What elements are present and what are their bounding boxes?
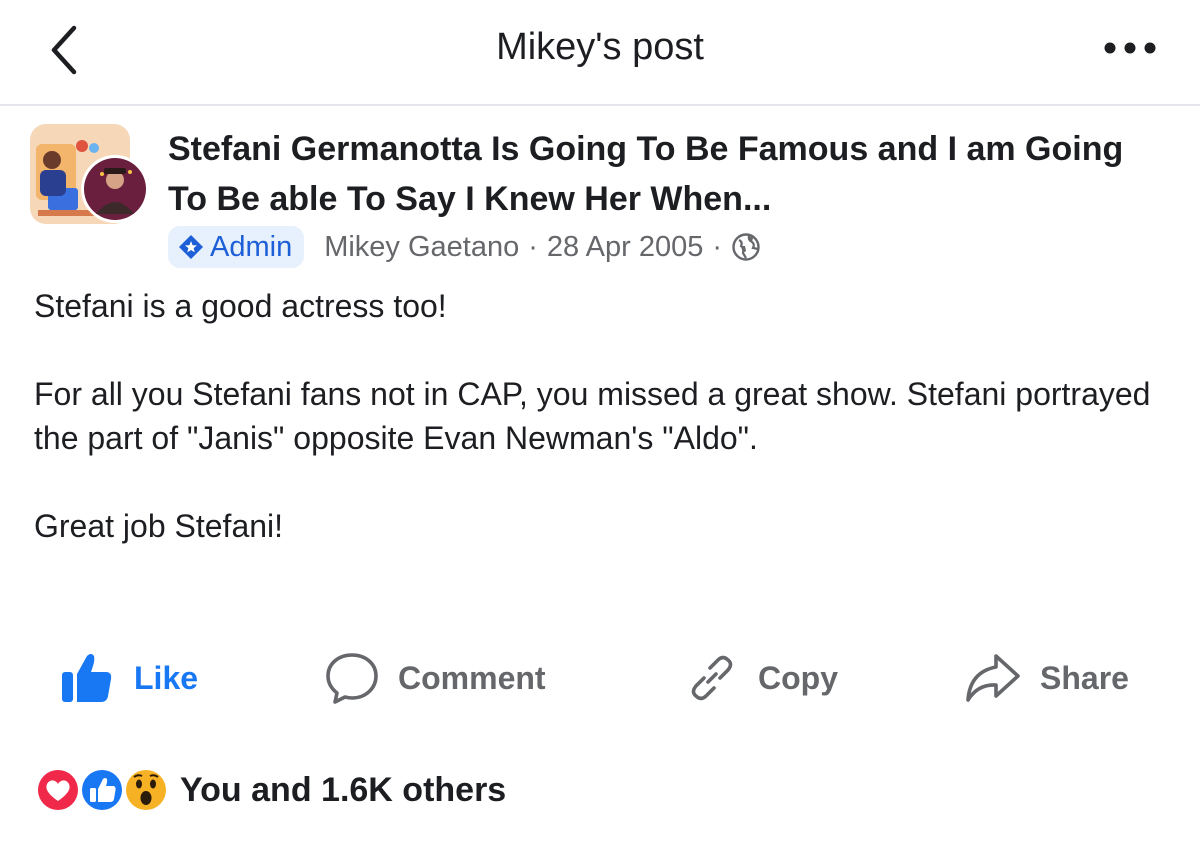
admin-badge-label: Admin bbox=[210, 230, 293, 263]
copy-label: Copy bbox=[758, 659, 838, 696]
copy-link-button[interactable]: Copy bbox=[684, 640, 838, 716]
post-action-bar: Like Comment Copy Share bbox=[0, 640, 1200, 716]
post-text-paragraph: Stefani is a good actress too! bbox=[34, 288, 447, 324]
comment-button[interactable]: Comment bbox=[324, 640, 546, 716]
admin-shield-icon bbox=[179, 235, 203, 259]
reaction-icons bbox=[34, 764, 174, 816]
like-label: Like bbox=[134, 659, 199, 696]
meta-separator: · bbox=[528, 230, 538, 263]
share-label: Share bbox=[1040, 659, 1129, 696]
post-text-paragraph: For all you Stefani fans not in CAP, you… bbox=[34, 376, 1151, 456]
top-bar: Mikey's post bbox=[0, 0, 1200, 106]
like-reaction-icon bbox=[79, 767, 125, 813]
comment-icon bbox=[326, 653, 378, 704]
post-text-paragraph: Great job Stefani! bbox=[34, 508, 284, 544]
globe-icon bbox=[732, 233, 760, 261]
author-avatar bbox=[81, 155, 149, 223]
reactions-summary[interactable]: You and 1.6K others bbox=[34, 764, 506, 816]
comment-label: Comment bbox=[398, 659, 546, 696]
love-reaction-icon bbox=[35, 767, 81, 813]
like-button[interactable]: Like bbox=[60, 640, 198, 716]
post-date[interactable]: 28 Apr 2005 bbox=[547, 231, 703, 264]
thumbs-up-icon bbox=[62, 654, 112, 702]
more-horizontal-icon bbox=[1104, 42, 1156, 54]
more-options-button[interactable] bbox=[1100, 28, 1164, 68]
post-text: Stefani is a good actress too! For all y… bbox=[34, 284, 1174, 548]
group-name-link[interactable]: Stefani Germanotta Is Going To Be Famous… bbox=[168, 124, 1168, 224]
post-avatars[interactable] bbox=[30, 124, 154, 228]
share-arrow-icon bbox=[966, 654, 1020, 702]
admin-badge[interactable]: Admin bbox=[168, 226, 305, 268]
post-meta: Admin Mikey Gaetano · 28 Apr 2005 · bbox=[168, 226, 761, 268]
share-button[interactable]: Share bbox=[964, 640, 1129, 716]
page-title: Mikey's post bbox=[496, 26, 704, 68]
meta-separator: · bbox=[712, 230, 723, 263]
reaction-count: You and 1.6K others bbox=[180, 770, 507, 809]
wow-reaction-icon bbox=[123, 767, 169, 813]
link-icon bbox=[691, 655, 733, 701]
author-name-link[interactable]: Mikey Gaetano bbox=[324, 231, 519, 264]
